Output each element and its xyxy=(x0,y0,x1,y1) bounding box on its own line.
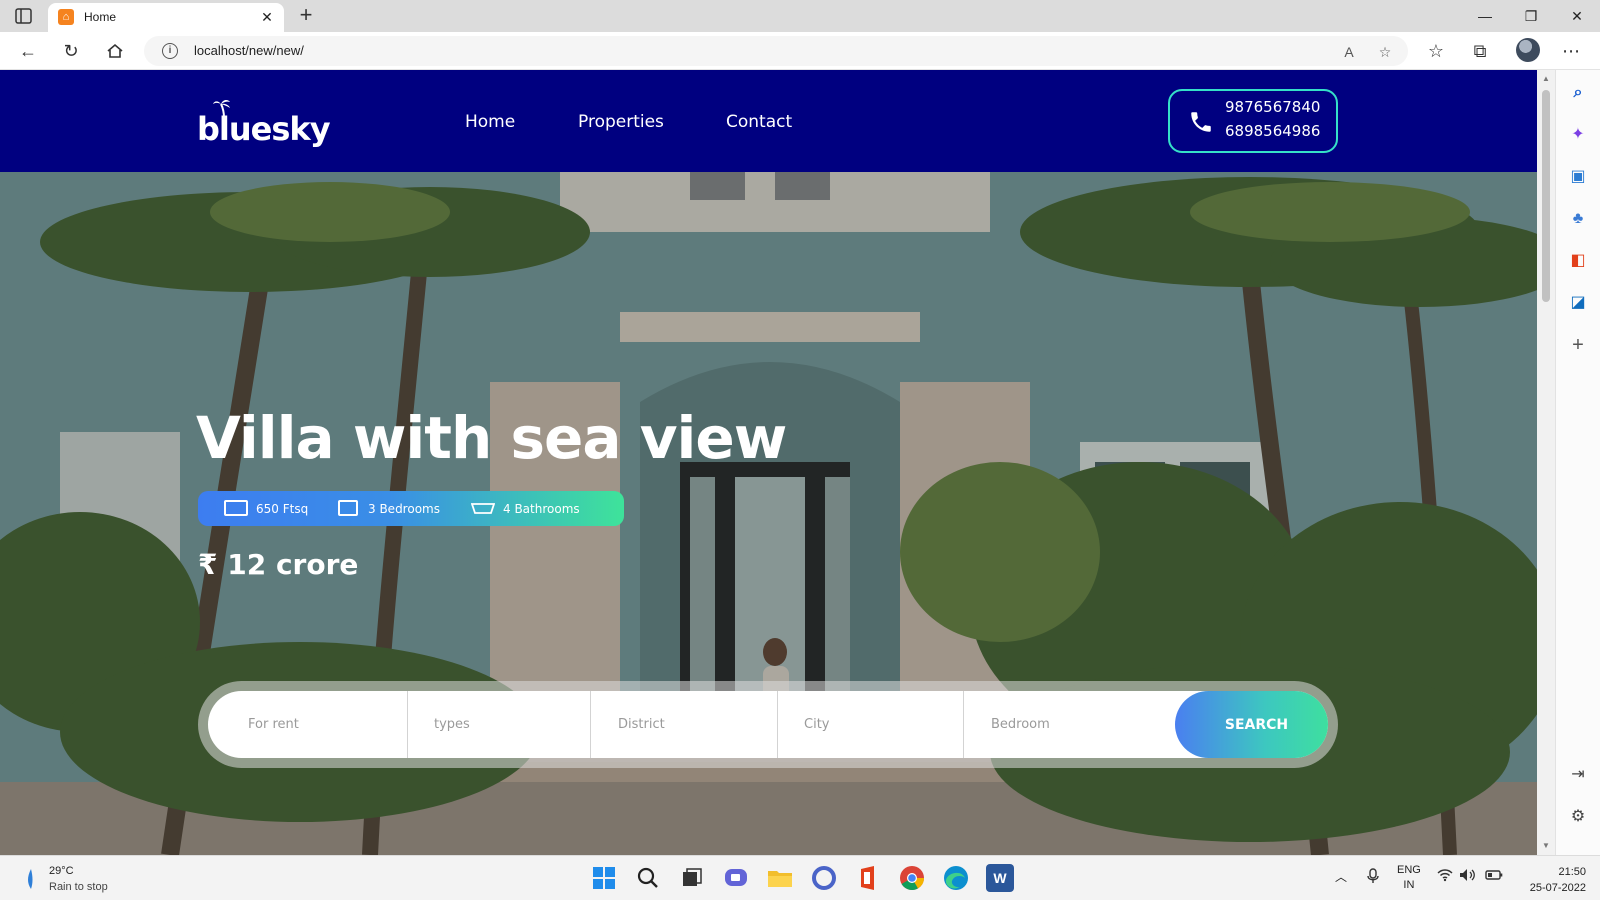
nav-home[interactable]: Home xyxy=(465,112,515,132)
scroll-up-icon[interactable]: ▲ xyxy=(1541,74,1551,84)
browser-tab[interactable]: ⌂ Home ✕ xyxy=(48,3,284,32)
browser-toolbar: ← ↻ i localhost/new/new/ A ☆ ☆ ⧉ ⋯ xyxy=(0,32,1600,70)
search-taskbar-icon[interactable] xyxy=(634,864,662,892)
add-icon[interactable]: + xyxy=(1567,334,1589,356)
tab-actions-icon[interactable] xyxy=(14,7,34,25)
bed-icon xyxy=(338,500,358,516)
city-input[interactable] xyxy=(778,691,963,758)
tab-bar: ⌂ Home ✕ + — ❐ ✕ xyxy=(0,0,1600,32)
bedroom-input[interactable] xyxy=(964,691,1175,758)
word-letter-icon: W xyxy=(993,870,1007,886)
phone-number-2: 6898564986 xyxy=(1225,122,1321,140)
property-price: ₹ 12 crore xyxy=(198,548,359,581)
system-clock[interactable]: 21:50 25-07-2022 xyxy=(1530,864,1586,896)
types-input[interactable] xyxy=(408,691,590,758)
address-bar[interactable]: i localhost/new/new/ A ☆ xyxy=(144,36,1408,66)
collections-icon[interactable]: ⧉ xyxy=(1466,37,1494,65)
field-types xyxy=(408,691,591,758)
bath-icon xyxy=(471,503,495,514)
cortana-icon[interactable] xyxy=(810,864,838,892)
close-icon[interactable]: ✕ xyxy=(258,8,276,26)
for-rent-input[interactable] xyxy=(208,691,407,758)
word-icon[interactable]: W xyxy=(986,864,1014,892)
feature-bedrooms-label: 3 Bedrooms xyxy=(368,502,440,516)
sidebar-toggle-icon[interactable]: ⇥ xyxy=(1567,764,1589,786)
file-explorer-icon[interactable] xyxy=(766,864,794,892)
site-header: bluesky Home Properties Contact 98765678… xyxy=(0,70,1537,172)
search-button[interactable]: SEARCH xyxy=(1175,691,1328,758)
weather-icon xyxy=(28,869,33,889)
shopping-icon[interactable]: ▣ xyxy=(1567,166,1589,188)
phone-number-1: 9876567840 xyxy=(1225,98,1321,116)
avatar[interactable] xyxy=(1516,38,1540,62)
site-logo[interactable]: bluesky xyxy=(197,110,331,148)
teams-chat-icon[interactable] xyxy=(722,864,750,892)
settings-icon[interactable]: ⚙ xyxy=(1567,806,1589,828)
tab-title: Home xyxy=(84,10,117,24)
scroll-thumb[interactable] xyxy=(1542,90,1550,302)
phone-contact-box[interactable]: 9876567840 6898564986 xyxy=(1168,89,1338,153)
games-icon[interactable]: ♣ xyxy=(1567,208,1589,230)
home-icon[interactable] xyxy=(101,37,129,65)
search-bar: SEARCH xyxy=(198,681,1338,768)
add-favorite-icon[interactable]: ☆ xyxy=(1374,41,1396,63)
microphone-icon[interactable] xyxy=(1367,868,1379,887)
hero-section: Villa with sea view 650 Ftsq 3 Bedrooms … xyxy=(0,172,1537,855)
clock-time: 21:50 xyxy=(1558,866,1586,878)
address-url[interactable]: localhost/new/new/ xyxy=(194,43,304,58)
info-icon[interactable]: i xyxy=(162,43,178,59)
phone-icon xyxy=(1191,112,1211,132)
read-aloud-icon[interactable]: A xyxy=(1338,41,1360,63)
feature-bar: 650 Ftsq 3 Bedrooms 4 Bathrooms xyxy=(198,491,624,526)
volume-icon[interactable] xyxy=(1459,868,1477,885)
windows-start-icon[interactable] xyxy=(590,864,618,892)
outlook-icon[interactable]: ◪ xyxy=(1567,292,1589,314)
hero-title: Villa with sea view xyxy=(196,404,787,472)
back-icon[interactable]: ← xyxy=(14,37,42,65)
battery-icon[interactable] xyxy=(1485,868,1503,885)
show-hidden-icons[interactable]: ︿ xyxy=(1335,868,1347,885)
scroll-down-icon[interactable]: ▼ xyxy=(1541,841,1551,851)
field-for-rent xyxy=(208,691,408,758)
taskbar: 29°C Rain to stop W ︿ ENG IN 21:50 25-07… xyxy=(0,855,1600,900)
nav-properties[interactable]: Properties xyxy=(578,112,664,132)
office-icon[interactable]: ◧ xyxy=(1567,250,1589,272)
wifi-icon[interactable] xyxy=(1437,868,1453,885)
search-icon[interactable]: ⌕ xyxy=(1567,82,1589,104)
restore-icon[interactable]: ❐ xyxy=(1508,0,1554,32)
favorites-icon[interactable]: ☆ xyxy=(1422,37,1450,65)
feature-area-label: 650 Ftsq xyxy=(256,502,309,516)
weather-desc[interactable]: Rain to stop xyxy=(49,881,108,893)
office-taskbar-icon[interactable] xyxy=(854,864,882,892)
plus-icon[interactable]: + xyxy=(294,4,318,28)
page-viewport: bluesky Home Properties Contact 98765678… xyxy=(0,70,1537,855)
page-scrollbar[interactable]: ▲ ▼ xyxy=(1537,70,1555,855)
field-district xyxy=(591,691,778,758)
field-bedroom xyxy=(964,691,1175,758)
window-close-icon[interactable]: ✕ xyxy=(1554,0,1600,32)
field-city xyxy=(778,691,964,758)
region-code: IN xyxy=(1403,879,1415,891)
search-fields: SEARCH xyxy=(208,691,1328,758)
clock-date: 25-07-2022 xyxy=(1529,882,1586,894)
feature-bathrooms-label: 4 Bathrooms xyxy=(503,502,580,516)
tab-favicon: ⌂ xyxy=(58,9,74,25)
minimize-icon[interactable]: — xyxy=(1462,0,1508,32)
language-indicator[interactable]: ENG IN xyxy=(1397,863,1421,893)
more-icon[interactable]: ⋯ xyxy=(1557,37,1585,65)
sparkle-icon[interactable]: ✦ xyxy=(1567,124,1589,146)
nav-contact[interactable]: Contact xyxy=(726,112,792,132)
language-code: ENG xyxy=(1397,864,1421,876)
chrome-icon[interactable] xyxy=(898,864,926,892)
area-icon xyxy=(224,500,248,516)
weather-temp[interactable]: 29°C xyxy=(49,865,74,877)
task-view-icon[interactable] xyxy=(678,864,706,892)
edge-icon[interactable] xyxy=(942,864,970,892)
browser-sidebar: ⌕ ✦ ▣ ♣ ◧ ◪ + ⇥ ⚙ xyxy=(1555,70,1600,855)
district-input[interactable] xyxy=(591,691,777,758)
refresh-icon[interactable]: ↻ xyxy=(57,37,85,65)
